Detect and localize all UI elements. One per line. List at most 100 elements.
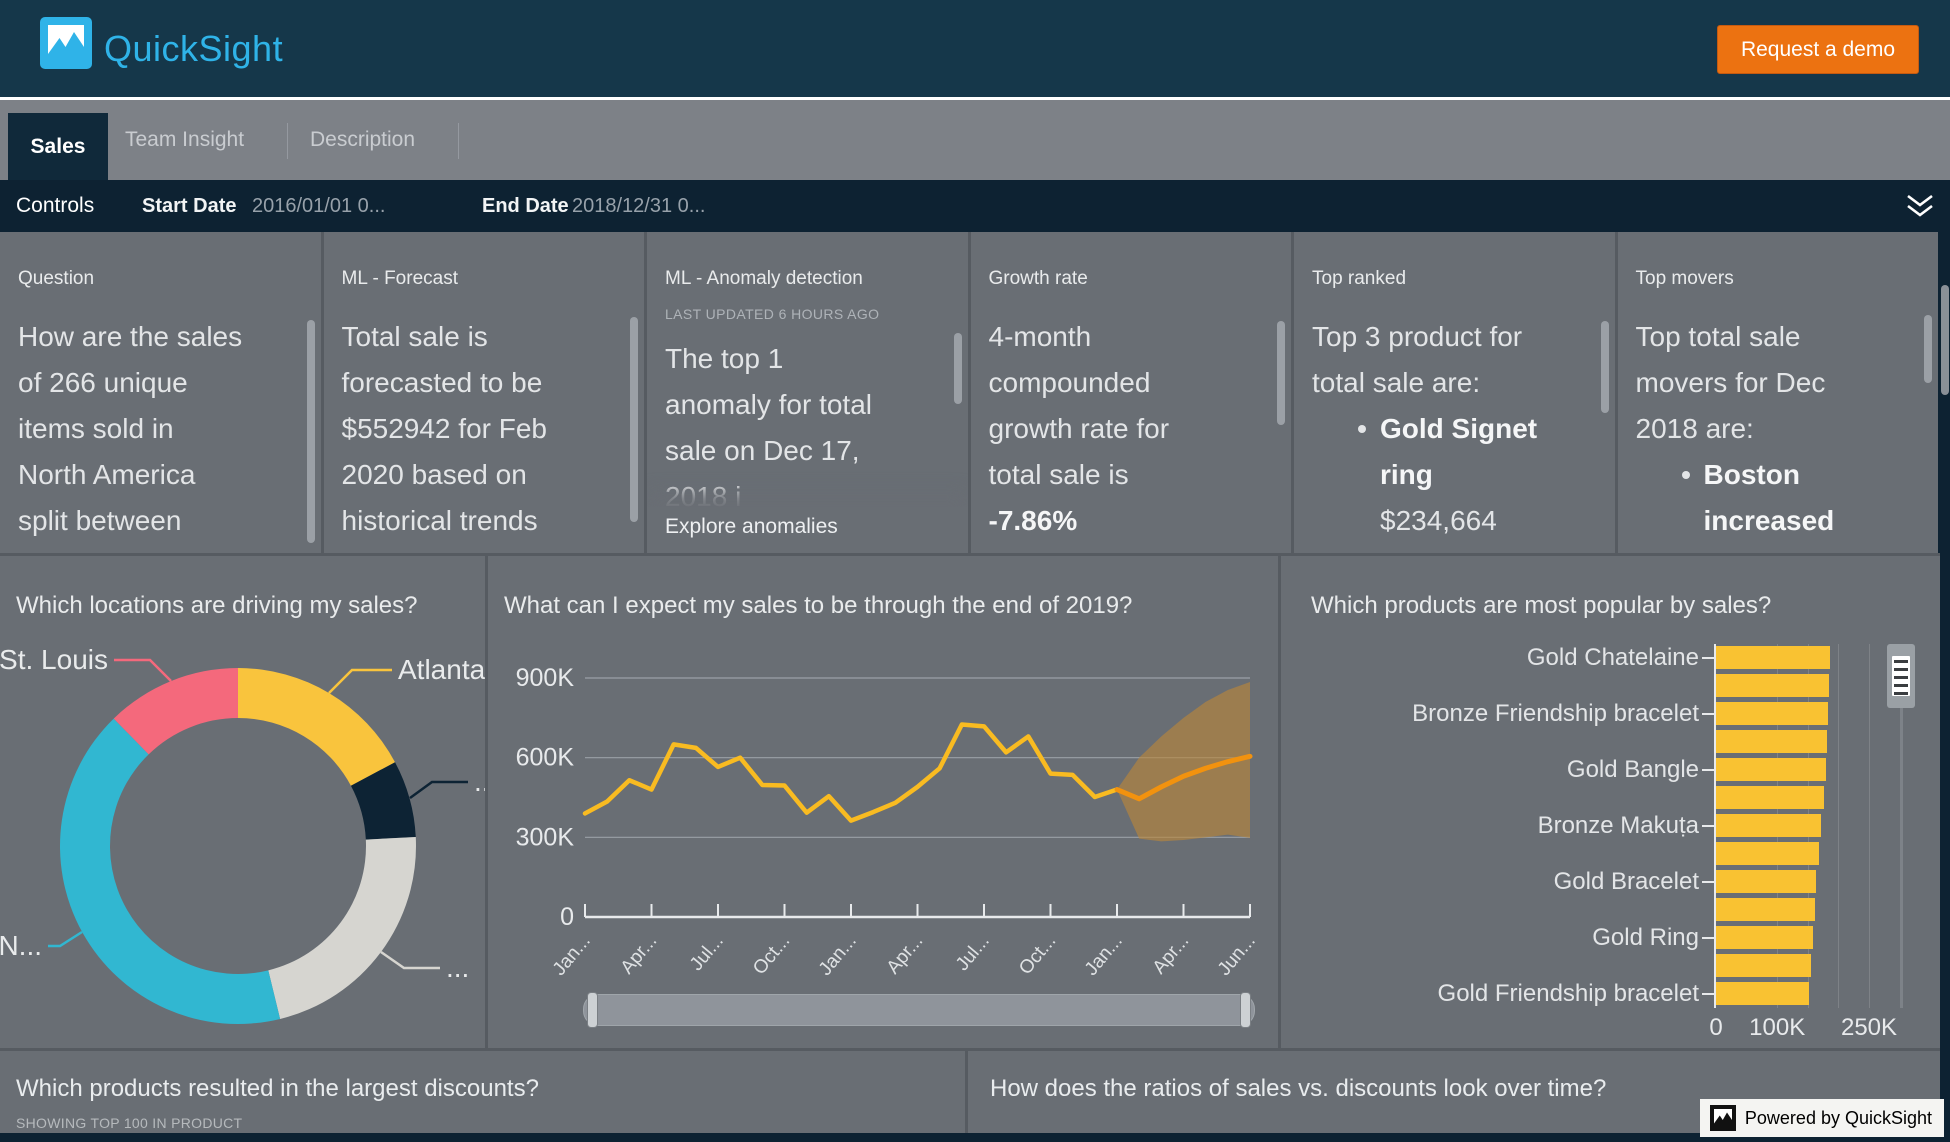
discounts-panel: Which products resulted in the largest d…	[0, 1051, 965, 1133]
insight-card-ml-anomaly-detection[interactable]: ML - Anomaly detection LAST UPDATED 6 HOU…	[647, 232, 968, 553]
end-date-value[interactable]: 2018/12/31 0...	[572, 180, 705, 232]
powered-by-badge[interactable]: Powered by QuickSight	[1699, 1099, 1944, 1137]
bar-value-bar[interactable]	[1716, 702, 1828, 725]
card-title: Question	[18, 268, 95, 289]
insight-card-top-ranked[interactable]: Top ranked Top 3 product for total sale a…	[1294, 232, 1615, 553]
bar-chart-scrollbar-thumb[interactable]	[1887, 644, 1915, 708]
historical-sales-line[interactable]	[582, 722, 1120, 823]
bar-value-bar[interactable]	[1716, 982, 1810, 1005]
donut-leader-line	[409, 780, 468, 800]
bar-value-bar[interactable]	[1716, 646, 1831, 669]
bar-row	[1281, 952, 1940, 980]
card-scrollbar-thumb[interactable]	[1600, 321, 1609, 413]
bar-value-bar[interactable]	[1716, 926, 1813, 949]
bar-value-bar[interactable]	[1716, 898, 1815, 921]
bar-value-bar[interactable]	[1716, 730, 1827, 753]
card-scrollbar-thumb[interactable]	[306, 320, 315, 543]
card-scrollbar-thumb[interactable]	[1277, 321, 1285, 425]
card-title: Top movers	[1635, 268, 1734, 289]
sheet-tabbar: Sales Team Insight Description	[0, 100, 1950, 180]
tab-divider	[287, 123, 288, 159]
bar-row	[1281, 784, 1940, 812]
x-axis-tick-label: Jan...	[815, 931, 861, 980]
donut-slice-label: ...	[474, 766, 485, 797]
sales-forecast-line-chart[interactable]: 900K600K300K0Jan... Apr... Jul... Oct... Jan…	[488, 556, 1278, 1048]
x-axis-tick-label: Jul...	[686, 931, 728, 975]
products-bar-chart[interactable]: Gold Chatelaine Bronze Friendship bracele…	[1281, 644, 1940, 1008]
scrollbar-grip-icon	[1892, 656, 1910, 696]
bar-x-tick-label: 0	[1709, 1014, 1723, 1041]
slider-handle-right[interactable]	[1240, 992, 1251, 1028]
bar-label-tick	[1702, 713, 1714, 715]
line-chart-panel: What can I expect my sales to be through…	[488, 556, 1278, 1048]
bar-value-bar[interactable]	[1716, 758, 1826, 781]
card-bullet-item: Gold Signet ring $234,664	[1312, 406, 1595, 544]
charts-row: Which locations are driving my sales? At…	[0, 556, 1940, 1048]
donut-slice-3[interactable]	[60, 718, 281, 1024]
donut-slice-0[interactable]	[238, 668, 396, 786]
card-body-text: Total sale is forecasted to be $552942 f…	[341, 321, 548, 536]
insight-card-top-movers[interactable]: Top movers Top total sale movers for Dec …	[1617, 232, 1938, 553]
donut-slice-label: St. Louis	[0, 644, 108, 675]
card-title: Growth rate	[988, 268, 1088, 289]
bar-value-bar[interactable]	[1716, 814, 1822, 837]
card-scrollbar-thumb[interactable]	[1924, 315, 1932, 383]
start-date-label: Start Date	[142, 194, 237, 217]
bar-label-tick	[1702, 657, 1714, 659]
date-range-slider[interactable]	[583, 994, 1255, 1026]
bar-value-bar[interactable]	[1716, 674, 1830, 697]
donut-slice-label: ...	[446, 952, 469, 983]
card-bold-value: -7.86%	[988, 505, 1078, 536]
discounts-panel-title: Which products resulted in the largest d…	[16, 1075, 539, 1102]
start-date-value[interactable]: 2016/01/01 0...	[252, 180, 385, 232]
end-date-label: End Date	[482, 194, 569, 217]
tab-sales[interactable]: Sales	[8, 113, 108, 180]
explore-anomalies-link[interactable]: Explore anomalies	[647, 507, 968, 553]
bar-row: Gold Chatelaine	[1281, 644, 1940, 672]
insight-card-question[interactable]: Question How are the sales of 266 unique …	[0, 232, 321, 553]
tab-team-insight[interactable]: Team Insight	[125, 100, 244, 180]
insight-card-growth-rate[interactable]: Growth rate 4-month compounded growth rat…	[970, 232, 1291, 553]
card-body-text: Top total sale movers for Dec 2018 are:	[1635, 321, 1826, 444]
x-axis-tick-label: Apr...	[617, 931, 662, 978]
locations-donut-chart[interactable]: Atlanta...... N... St. Louis	[0, 556, 485, 1048]
x-axis-tick-label: Jul...	[952, 931, 994, 975]
collapse-controls-icon[interactable]	[1906, 194, 1934, 218]
card-last-updated: LAST UPDATED 6 HOURS AGO	[665, 306, 880, 322]
quicksight-logo-icon	[40, 17, 92, 69]
insight-cards-row: Question How are the sales of 266 unique …	[0, 232, 1938, 553]
bar-value-bar[interactable]	[1716, 786, 1825, 809]
bar-chart-title: Which products are most popular by sales…	[1311, 592, 1772, 619]
bar-x-tick-label: 100K	[1749, 1014, 1806, 1041]
donut-leader-line	[380, 950, 440, 970]
bar-category-label: Gold Ring	[1592, 924, 1699, 951]
donut-chart-panel: Which locations are driving my sales? At…	[0, 556, 485, 1048]
slider-handle-left[interactable]	[587, 992, 598, 1028]
bar-row	[1281, 896, 1940, 924]
bar-value-bar[interactable]	[1716, 870, 1817, 893]
bar-label-tick	[1702, 937, 1714, 939]
ratios-panel-title: How does the ratios of sales vs. discoun…	[990, 1075, 1607, 1102]
donut-slice-2[interactable]	[268, 837, 416, 1019]
card-scrollbar-thumb[interactable]	[630, 317, 638, 522]
card-body-text: Top 3 product for total sale are:	[1312, 321, 1523, 398]
bar-row	[1281, 840, 1940, 868]
bar-value-bar[interactable]	[1716, 842, 1819, 865]
bar-value-bar[interactable]	[1716, 954, 1811, 977]
powered-by-text: Powered by QuickSight	[1744, 1107, 1932, 1128]
x-axis-tick-label: Oct...	[1015, 931, 1060, 979]
insight-card-ml-forecast[interactable]: ML - Forecast Total sale is forecasted to…	[323, 232, 644, 553]
x-axis-tick-label: Jan...	[549, 931, 595, 980]
bar-row: Gold Bangle	[1281, 756, 1940, 784]
card-scrollbar-thumb[interactable]	[953, 333, 962, 404]
request-demo-button[interactable]: Request a demo	[1717, 25, 1919, 74]
tab-description[interactable]: Description	[310, 100, 415, 180]
bar-label-tick	[1702, 825, 1714, 827]
x-axis-tick-label: Jan...	[1081, 931, 1127, 980]
bottom-panels-row: Which products resulted in the largest d…	[0, 1051, 1940, 1133]
bar-x-tick-label: 250K	[1840, 1014, 1898, 1041]
bar-row: Bronze Makuṭa	[1281, 812, 1940, 840]
page-scrollbar-thumb[interactable]	[1941, 285, 1949, 395]
x-axis-tick-label: Apr...	[1149, 931, 1194, 978]
y-axis-tick-label: 300K	[516, 823, 575, 851]
